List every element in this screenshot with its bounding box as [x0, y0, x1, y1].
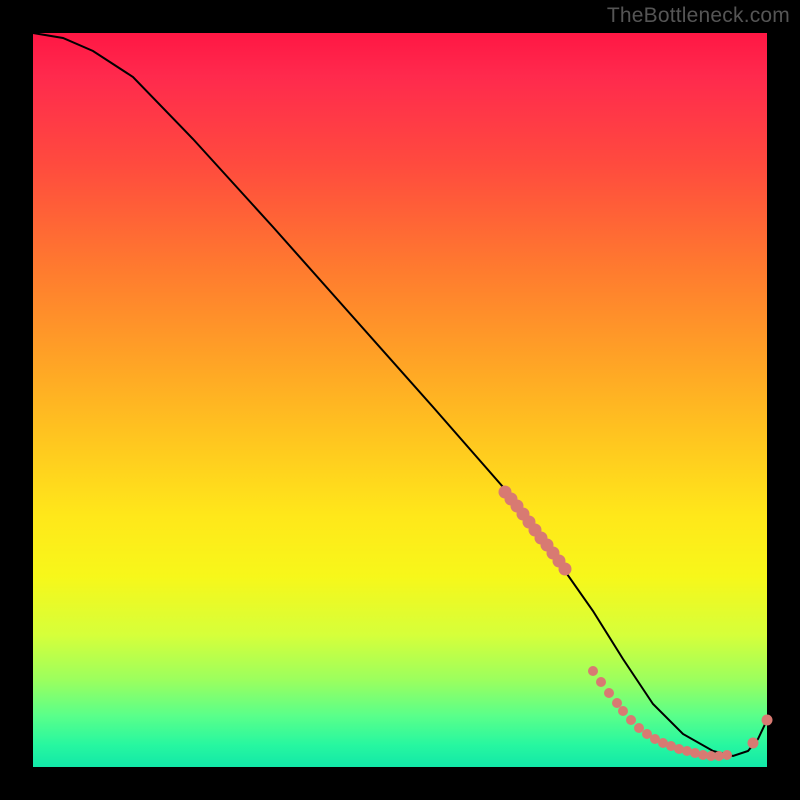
data-point — [618, 706, 628, 716]
data-point — [612, 698, 622, 708]
data-point — [559, 563, 572, 576]
scatter-tail — [748, 715, 773, 749]
data-point — [604, 688, 614, 698]
data-point — [722, 750, 732, 760]
data-point — [634, 723, 644, 733]
chart-svg — [33, 33, 767, 767]
data-point — [626, 715, 636, 725]
scatter-upper — [499, 486, 572, 576]
data-point — [748, 738, 759, 749]
plot-area — [33, 33, 767, 767]
curve-path — [33, 33, 767, 756]
data-point — [596, 677, 606, 687]
data-point — [762, 715, 773, 726]
scatter-lower — [588, 666, 732, 761]
chart-container: TheBottleneck.com — [0, 0, 800, 800]
watermark: TheBottleneck.com — [607, 4, 790, 28]
data-point — [588, 666, 598, 676]
